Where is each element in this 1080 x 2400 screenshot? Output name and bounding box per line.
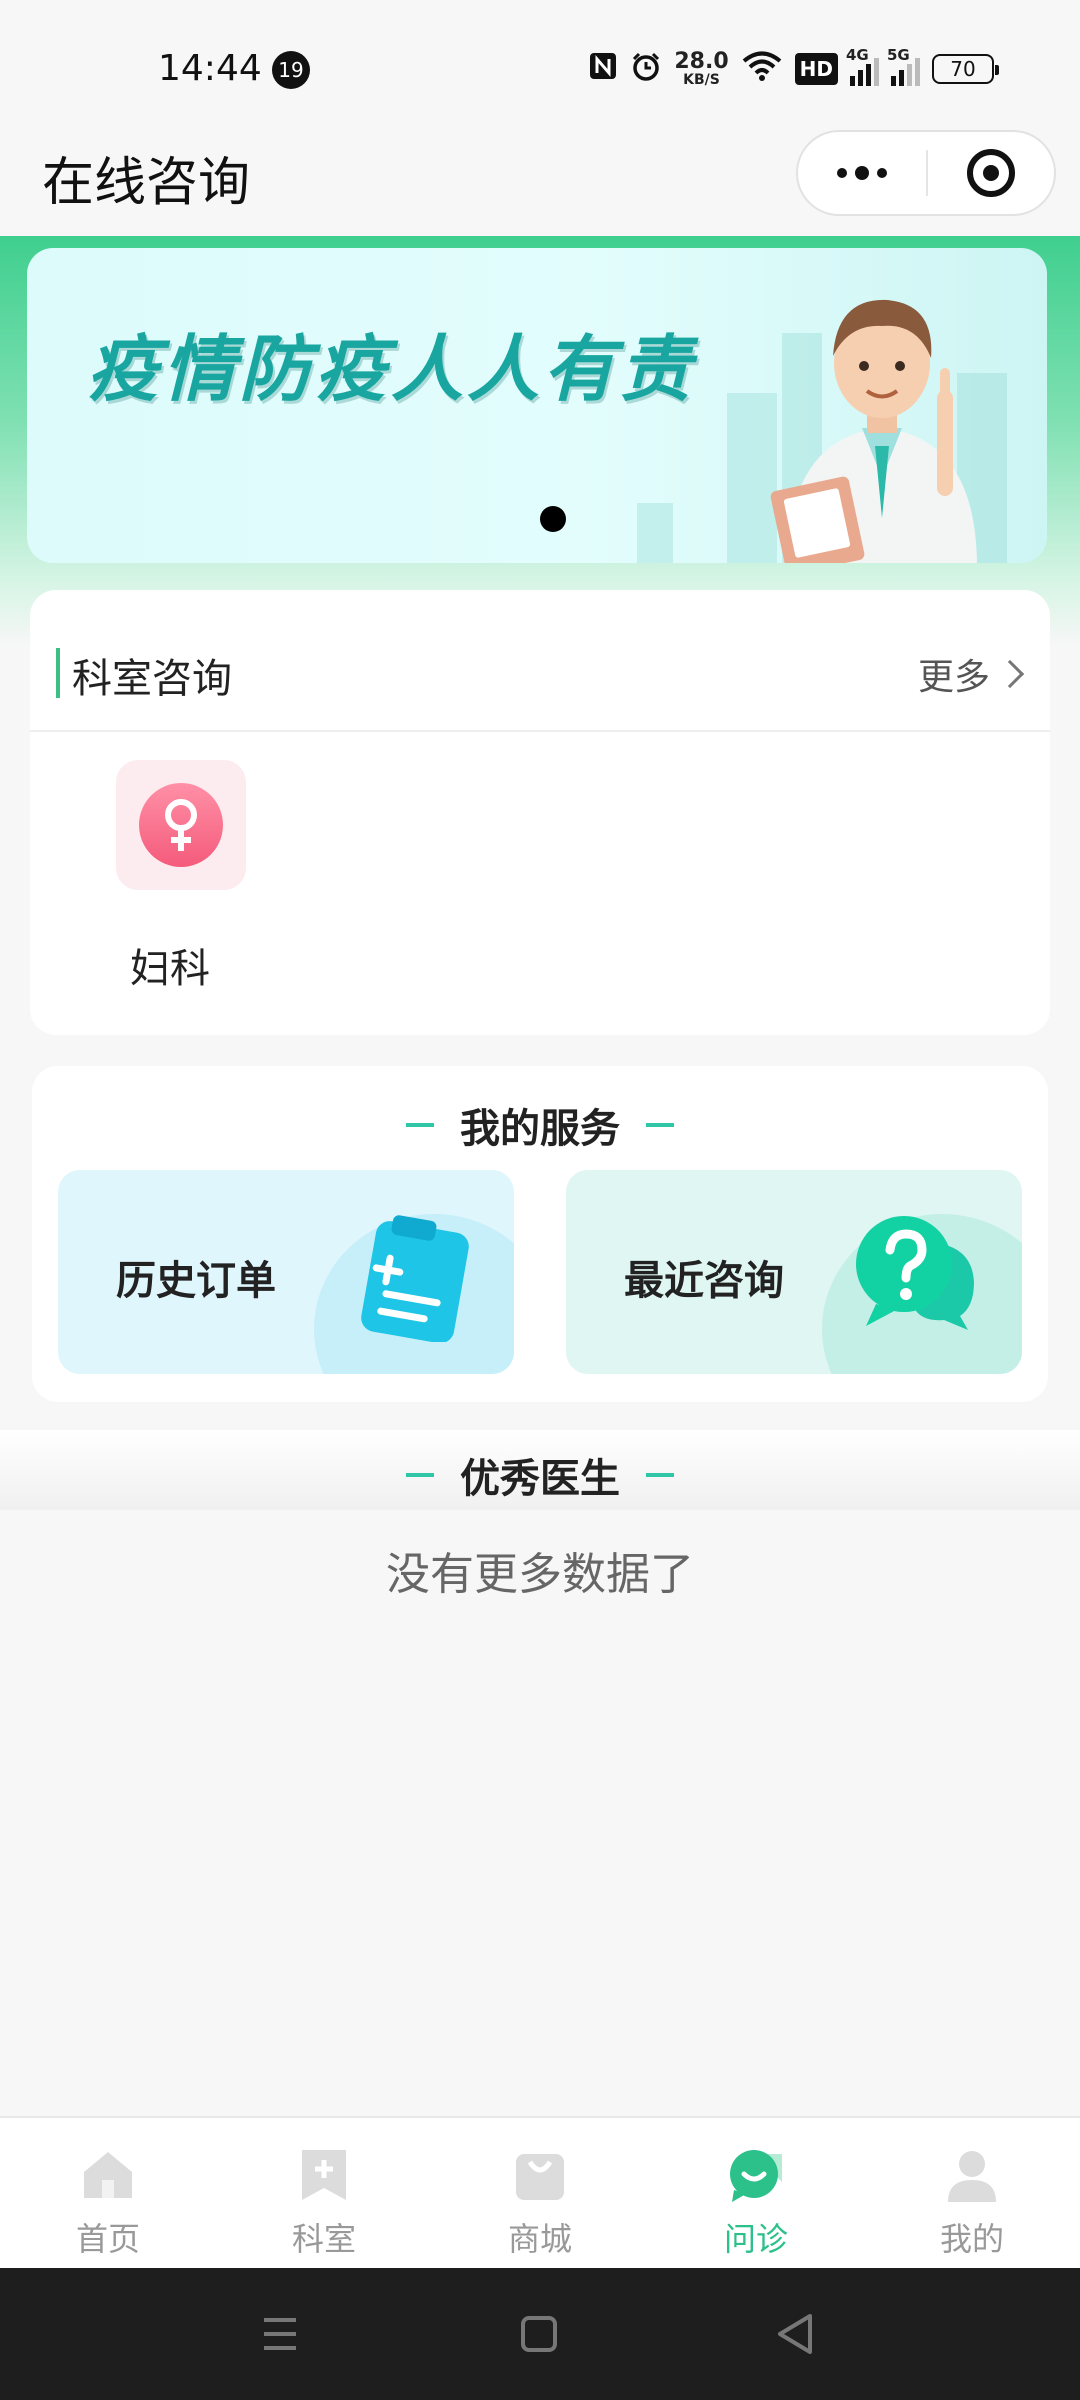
shop-bag-icon [516,2154,564,2200]
notification-count-badge: 19 [272,51,310,89]
status-bar: 14:44 19 28.0 KB/S HD 4G 5G 70 [0,0,1080,130]
tab-me[interactable]: 我的 [864,2118,1080,2268]
title-dash-right [646,1473,674,1477]
target-icon [967,149,1015,197]
services-section-header: 我的服务 [32,1096,1048,1154]
recent-consult-tile[interactable]: 最近咨询 [566,1170,1022,1374]
nfc-icon [588,51,618,88]
tab-label: 商城 [507,2220,572,2258]
wifi-icon [741,50,783,89]
battery-indicator: 70 [932,54,999,84]
female-symbol-icon [139,783,223,867]
title-dash-left [406,1123,434,1127]
no-more-data-text: 没有更多数据了 [386,1549,694,1600]
system-navigation-bar [0,2268,1080,2400]
tab-department[interactable]: 科室 [216,2118,432,2268]
tab-label: 科室 [291,2220,356,2258]
close-miniprogram-button[interactable] [928,132,1054,214]
hd-voice-icon: HD [794,53,838,85]
recent-consult-label: 最近咨询 [624,1258,784,1304]
question-chat-icon [856,1216,974,1330]
more-menu-button[interactable] [798,132,926,214]
department-item-gynecology[interactable]: 妇科 [86,760,246,992]
doctors-section-header: 优秀医生 [0,1446,1080,1504]
section-accent-bar [56,648,60,698]
chevron-right-icon [995,659,1025,689]
tab-label: 首页 [75,2220,140,2258]
user-icon [948,2151,996,2202]
status-time: 14:44 [158,48,262,89]
tab-label: 问诊 [723,2220,788,2258]
back-triangle-icon[interactable] [766,2308,826,2360]
consult-chat-icon [730,2150,782,2202]
tab-home[interactable]: 首页 [0,2118,216,2268]
my-services-card: 我的服务 历史订单 最近咨询 [32,1066,1048,1402]
tab-consult[interactable]: 问诊 [648,2118,864,2268]
bottom-tab-bar: 首页 科室 商城 问诊 我的 [0,2116,1080,2268]
banner-slogan: 疫情防疫人人有责 [87,327,696,411]
title-dash-right [646,1123,674,1127]
page-title: 在线咨询 [42,153,251,213]
home-icon [84,2152,132,2198]
miniprogram-capsule [796,130,1056,216]
title-bar: 在线咨询 [0,130,1080,236]
history-orders-label: 历史订单 [116,1258,276,1304]
carousel-indicator-dot[interactable] [540,506,566,532]
network-speed: 28.0 KB/S [674,49,729,88]
department-icon-box [116,760,246,890]
excellent-doctors-header: 优秀医生 [0,1430,1080,1510]
signal-5g-icon: 5G [887,46,920,86]
department-section-title: 科室咨询 [72,656,232,702]
tab-shop[interactable]: 商城 [432,2118,648,2268]
department-icon [302,2150,346,2200]
services-section-title: 我的服务 [460,1106,620,1152]
title-dash-left [406,1473,434,1477]
history-orders-tile[interactable]: 历史订单 [58,1170,514,1374]
more-label: 更多 [917,657,990,698]
department-consult-card: 科室咨询 更多 妇科 [30,590,1050,1035]
home-square-icon[interactable] [508,2308,568,2360]
department-name: 妇科 [130,946,210,992]
banner-carousel[interactable]: 疫情防疫人人有责 [27,248,1047,563]
tab-label: 我的 [939,2220,1004,2258]
doctor-illustration [770,299,977,563]
signal-4g-icon: 4G [846,46,879,86]
alarm-icon [630,50,662,89]
menu-icon[interactable] [250,2308,310,2360]
clipboard-icon [361,1215,469,1342]
status-icons: 28.0 KB/S HD 4G 5G 70 [588,44,999,94]
department-more-link[interactable]: 更多 [917,648,1025,700]
department-section-header: 科室咨询 更多 [30,590,1050,732]
doctors-section-title: 优秀医生 [460,1456,620,1502]
